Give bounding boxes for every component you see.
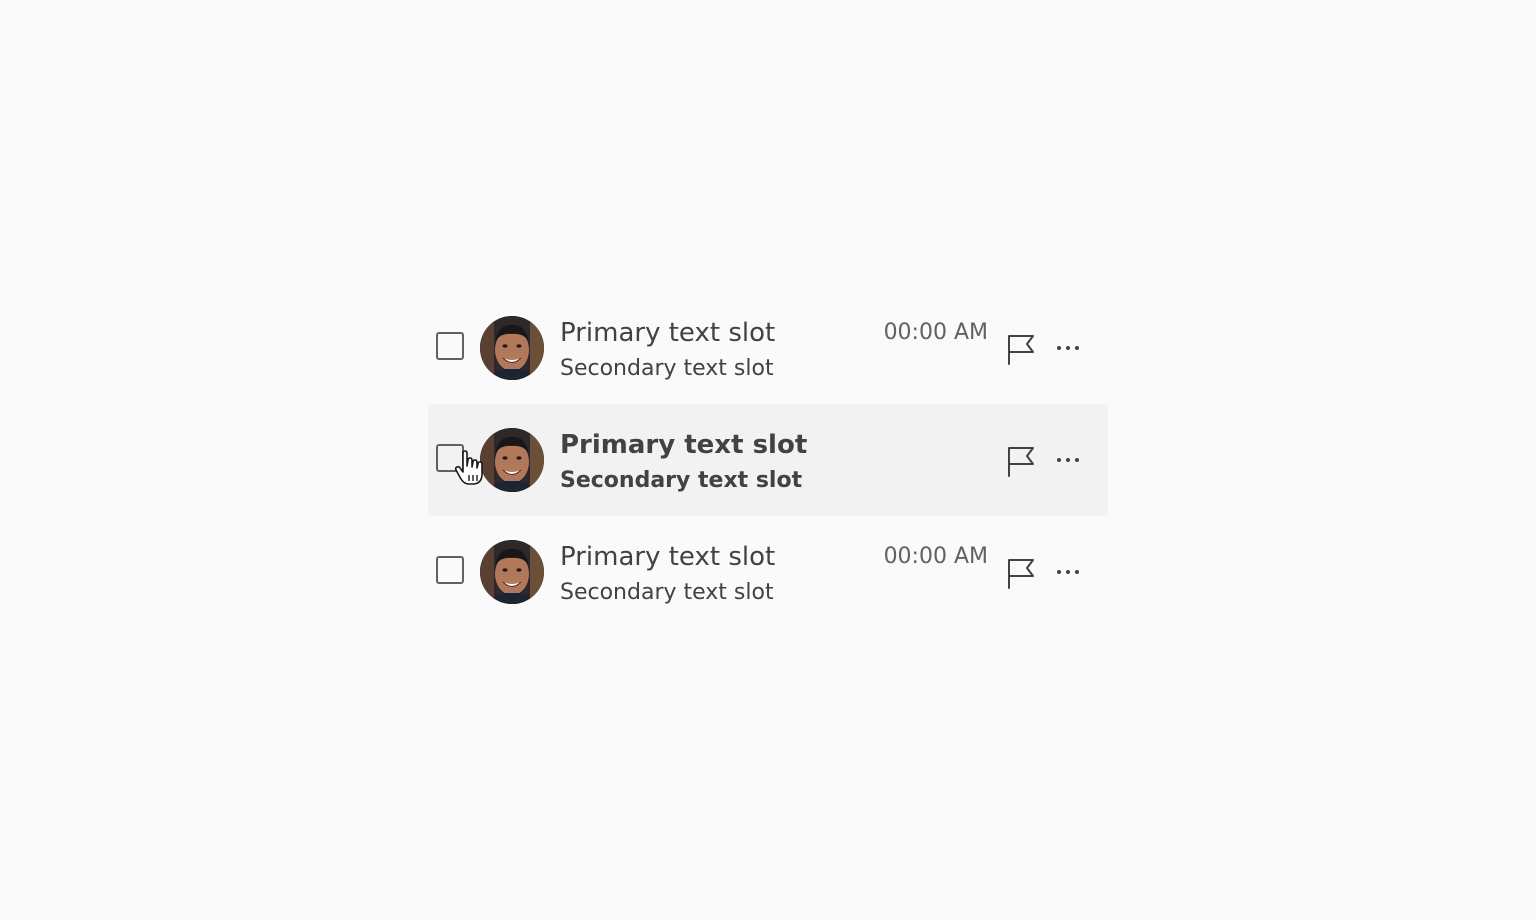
flag-icon[interactable] bbox=[1006, 556, 1036, 590]
more-options-icon[interactable] bbox=[1054, 448, 1082, 472]
secondary-text: Secondary text slot bbox=[560, 356, 774, 381]
select-checkbox[interactable] bbox=[436, 556, 464, 584]
flag-icon[interactable] bbox=[1006, 444, 1036, 478]
avatar bbox=[480, 540, 544, 604]
primary-text: Primary text slot bbox=[560, 430, 808, 460]
select-checkbox[interactable] bbox=[436, 444, 464, 472]
avatar bbox=[480, 428, 544, 492]
secondary-text: Secondary text slot bbox=[560, 580, 774, 605]
more-options-icon[interactable] bbox=[1054, 560, 1082, 584]
list-item[interactable]: Primary text slot Secondary text slot 00… bbox=[428, 292, 1108, 404]
primary-text: Primary text slot bbox=[560, 318, 776, 348]
timestamp: 00:00 AM bbox=[883, 320, 988, 345]
timestamp: 00:00 AM bbox=[883, 544, 988, 569]
list-item[interactable]: Primary text slot Secondary text slot bbox=[428, 404, 1108, 516]
message-list: Primary text slot Secondary text slot 00… bbox=[428, 292, 1108, 628]
avatar bbox=[480, 316, 544, 380]
more-options-icon[interactable] bbox=[1054, 336, 1082, 360]
primary-text: Primary text slot bbox=[560, 542, 776, 572]
select-checkbox[interactable] bbox=[436, 332, 464, 360]
list-item[interactable]: Primary text slot Secondary text slot 00… bbox=[428, 516, 1108, 628]
flag-icon[interactable] bbox=[1006, 332, 1036, 366]
secondary-text: Secondary text slot bbox=[560, 468, 803, 493]
